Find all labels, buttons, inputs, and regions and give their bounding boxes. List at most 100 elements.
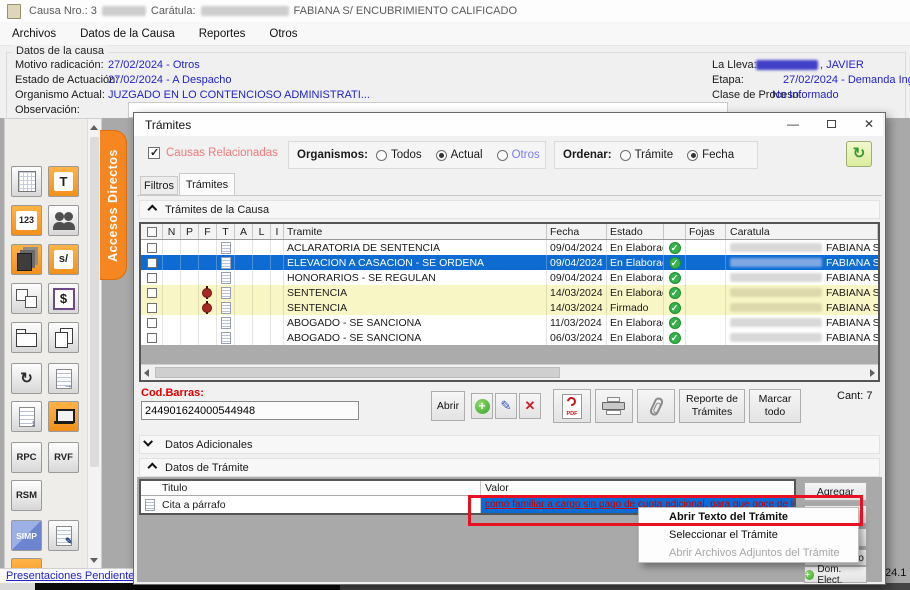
pdf-button[interactable]: PDF [553, 389, 591, 423]
fecha-cell: 06/03/2024 [547, 330, 607, 345]
sidebar-button-pages[interactable] [48, 322, 79, 353]
print-button[interactable] [595, 389, 633, 423]
col-fojas[interactable]: Fojas [686, 224, 726, 239]
sidebar-button-dollar[interactable]: $ [48, 283, 79, 314]
radio-tramite[interactable]: Trámite [620, 149, 674, 161]
tab-filtros[interactable]: Filtros [140, 176, 178, 195]
attachment-button[interactable] [637, 389, 675, 423]
table-row[interactable]: HONORARIOS - SE REGULAN 09/04/2024 En El… [141, 270, 878, 285]
maximize-button[interactable] [817, 113, 845, 136]
col-valor[interactable]: Valor [481, 481, 794, 495]
minimize-button[interactable]: — [779, 113, 807, 136]
row-checkbox[interactable] [147, 303, 157, 313]
sidebar-button-squares[interactable] [11, 283, 42, 314]
col-fecha[interactable]: Fecha [547, 224, 607, 239]
dialog-titlebar[interactable]: Trámites [134, 113, 883, 136]
sidebar-button-rvf[interactable]: RVF [48, 442, 79, 473]
abrir-button[interactable]: Abrir [431, 391, 465, 421]
col-estado[interactable]: Estado [607, 224, 664, 239]
accesos-directos-tab[interactable]: Accesos Directos [100, 130, 127, 280]
sidebar-button-t[interactable]: T [48, 166, 79, 197]
sl-icon: s/ [54, 250, 73, 269]
sidebar-button-sl[interactable]: s/ [48, 244, 79, 275]
section-datos-tramite[interactable]: Datos de Trámite [139, 458, 880, 477]
tab-tramites[interactable]: Trámites [179, 173, 235, 196]
col-titulo[interactable]: Titulo [159, 481, 481, 495]
menu-seleccionar[interactable]: Seleccionar el Trámite [639, 526, 858, 544]
sidebar-button-123[interactable]: 123 [11, 205, 42, 236]
reporte-tramites-button[interactable]: Reporte de Trámites [679, 389, 745, 423]
header-checkbox[interactable] [147, 227, 157, 237]
sidebar-scrollbar[interactable] [87, 119, 101, 569]
section-tramites-causa[interactable]: Trámites de la Causa [139, 200, 880, 219]
col-l[interactable]: L [253, 224, 271, 239]
letter-t-icon: T [54, 172, 73, 191]
pdf-icon: PDF [562, 394, 582, 419]
section-datos-adicionales[interactable]: Datos Adicionales [139, 435, 880, 454]
delete-button[interactable]: ✕ [519, 393, 541, 419]
sidebar-button-folder[interactable] [11, 322, 42, 353]
sidebar-button-simp[interactable]: SIMP [11, 520, 42, 551]
scroll-thumb[interactable] [155, 367, 560, 378]
table-row[interactable]: SENTENCIA 14/03/2024 En Elaboración FABI… [141, 285, 878, 300]
radio-otros[interactable]: Otros [497, 149, 540, 161]
sidebar-button-report[interactable] [11, 166, 42, 197]
col-caratula[interactable]: Caratula [726, 224, 878, 239]
refresh-button[interactable]: ↻ [846, 141, 872, 167]
version-label: 24.1 [885, 567, 906, 579]
row-checkbox[interactable] [147, 318, 157, 328]
col-p[interactable]: P [181, 224, 199, 239]
radio-fecha[interactable]: Fecha [687, 149, 734, 161]
col-t[interactable]: T [217, 224, 235, 239]
scroll-up-icon[interactable] [90, 125, 98, 130]
sidebar-button-rpc[interactable]: RPC [11, 442, 42, 473]
marcar-todo-button[interactable]: Marcar todo [749, 389, 801, 423]
table-row[interactable]: ABOGADO - SE SANCIONA 11/03/2024 En Elab… [141, 315, 878, 330]
menu-reportes[interactable]: Reportes [187, 28, 258, 40]
scroll-right-icon[interactable] [870, 369, 875, 377]
sidebar-button-recycle[interactable]: ↻ [11, 363, 42, 394]
table-row[interactable]: ACLARATORIA DE SENTENCIA 09/04/2024 En E… [141, 240, 878, 255]
presentaciones-link[interactable]: Presentaciones Pendientes ( [6, 570, 147, 582]
codbarras-input[interactable] [141, 401, 359, 420]
dom-elect-button[interactable]: + Dom. Elect. [804, 566, 867, 583]
menu-datos-causa[interactable]: Datos de la Causa [68, 28, 187, 40]
field-value: 27/02/2024 - A Despacho [108, 74, 232, 86]
button-label: Abrir [437, 400, 459, 412]
sidebar-button-updown[interactable]: ↕ [11, 401, 42, 432]
col-n[interactable]: N [163, 224, 181, 239]
scroll-left-icon[interactable] [144, 369, 149, 377]
menu-otros[interactable]: Otros [257, 28, 309, 40]
table-row[interactable]: ABOGADO - SE SANCIONA 06/03/2024 En Elab… [141, 330, 878, 345]
col-f[interactable]: F [199, 224, 217, 239]
row-checkbox[interactable] [147, 273, 157, 283]
horizontal-scrollbar[interactable] [141, 364, 878, 380]
row-checkbox[interactable] [147, 243, 157, 253]
sidebar-button-laptop[interactable] [48, 401, 79, 432]
main-title: Causa Nro.: 3 Carátula: FABIANA S/ ENCUB… [29, 5, 517, 17]
scroll-thumb[interactable] [90, 137, 99, 467]
table-row-selected[interactable]: ELEVACION A CASACION - SE ORDENA 09/04/2… [141, 255, 878, 270]
causas-relacionadas-checkbox[interactable] [148, 147, 160, 159]
menu-archivos[interactable]: Archivos [0, 28, 68, 40]
close-button[interactable]: ✕ [855, 113, 883, 136]
sidebar-button-transfer[interactable]: → [48, 363, 79, 394]
col-status-icon[interactable] [664, 224, 686, 239]
row-checkbox[interactable] [147, 258, 157, 268]
scroll-down-icon[interactable] [90, 558, 98, 563]
col-i[interactable]: I [271, 224, 284, 239]
radio-todos[interactable]: Todos [376, 149, 422, 161]
col-a[interactable]: A [235, 224, 253, 239]
status-ok-icon [669, 317, 681, 329]
col-tramite[interactable]: Tramite [284, 224, 547, 239]
row-checkbox[interactable] [147, 288, 157, 298]
sidebar-button-stack[interactable] [11, 244, 42, 275]
sidebar-button-people[interactable] [48, 205, 79, 236]
edit-button[interactable]: ✎ [495, 393, 517, 419]
radio-actual[interactable]: Actual [436, 149, 483, 161]
add-button[interactable]: + [471, 393, 493, 419]
sidebar-button-edit[interactable]: ✎ [48, 520, 79, 551]
table-row[interactable]: SENTENCIA 14/03/2024 Firmado FABIANA S/ … [141, 300, 878, 315]
sidebar-button-rsm[interactable]: RSM [11, 480, 42, 511]
row-checkbox[interactable] [147, 333, 157, 343]
